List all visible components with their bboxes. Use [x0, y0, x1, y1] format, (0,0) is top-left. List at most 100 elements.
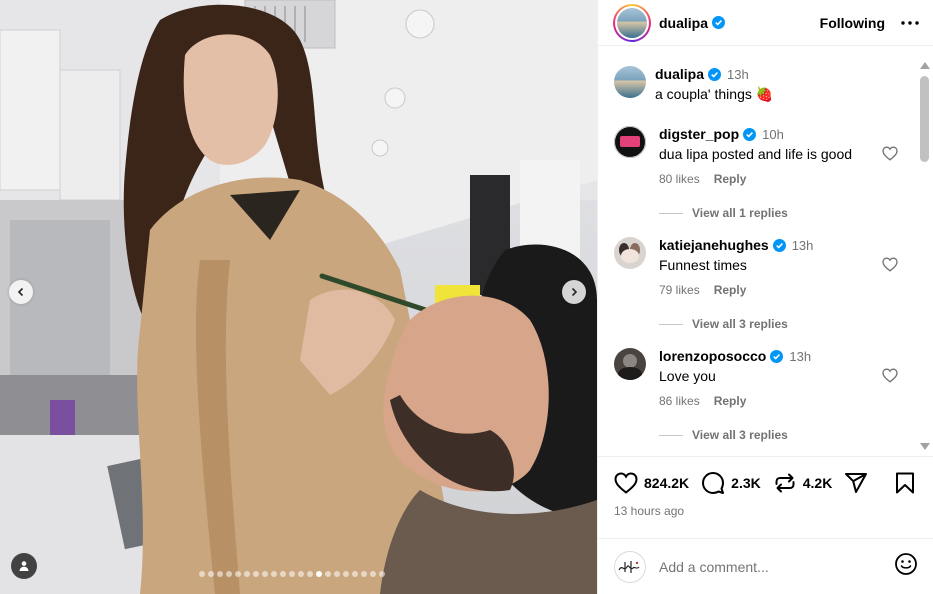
caption-time[interactable]: 13h [727, 66, 749, 83]
story-ring[interactable] [613, 3, 651, 42]
comment-time[interactable]: 10h [762, 126, 784, 143]
save-button[interactable] [895, 472, 915, 499]
comment-time[interactable]: 13h [789, 348, 811, 365]
caption-username[interactable]: dualipa [655, 66, 704, 83]
verified-badge-icon [708, 68, 722, 81]
heart-icon[interactable] [882, 146, 898, 161]
comment-username[interactable]: lorenzoposocco [659, 348, 766, 365]
carousel-dot[interactable] [325, 571, 331, 577]
heart-icon [614, 472, 638, 494]
like-count[interactable]: 824.2K [644, 475, 689, 491]
heart-icon[interactable] [882, 257, 898, 272]
comment-likes[interactable]: 79 likes [659, 283, 700, 297]
calligraphy-logo-icon [618, 560, 640, 573]
post-timestamp[interactable]: 13 hours ago [614, 504, 684, 518]
more-horizontal-icon [901, 20, 919, 25]
comment-button[interactable]: 2.3K [701, 471, 761, 495]
view-replies-button[interactable]: View all 3 replies [659, 317, 788, 331]
photo-scene [0, 0, 597, 594]
scrollbar-thumb[interactable] [920, 76, 929, 162]
current-user-avatar [614, 550, 646, 583]
comment-composer [598, 538, 933, 594]
comment-likes[interactable]: 86 likes [659, 394, 700, 408]
comment-time[interactable]: 13h [792, 237, 814, 254]
tagged-users-button[interactable] [11, 553, 37, 579]
verified-badge-icon [770, 350, 784, 363]
carousel-dot[interactable] [199, 571, 205, 577]
more-options-button[interactable] [901, 20, 919, 25]
carousel-dot[interactable] [316, 571, 322, 577]
comment-input[interactable] [659, 558, 894, 575]
emoji-smiley-icon [895, 553, 917, 575]
carousel-dot[interactable] [370, 571, 376, 577]
following-button[interactable]: Following [820, 15, 885, 31]
view-replies-label[interactable]: View all 1 replies [692, 206, 788, 220]
carousel-dot[interactable] [217, 571, 223, 577]
share-button[interactable] [844, 471, 868, 495]
carousel-dot[interactable] [244, 571, 250, 577]
caption-text: a coupla' things 🍓 [655, 86, 774, 102]
carousel-dot[interactable] [298, 571, 304, 577]
carousel-dot[interactable] [271, 571, 277, 577]
reply-button[interactable]: Reply [714, 394, 747, 408]
scroll-up-arrow-icon[interactable] [920, 62, 930, 69]
carousel-dot[interactable] [253, 571, 259, 577]
carousel-dot[interactable] [361, 571, 367, 577]
comment-text: Funnest times [659, 257, 747, 273]
carousel-dots [199, 571, 385, 577]
post-photo [0, 0, 597, 594]
carousel-dot[interactable] [226, 571, 232, 577]
avatar [617, 7, 647, 38]
repost-button[interactable]: 4.2K [773, 471, 833, 495]
comments-list[interactable]: dualipa 13h a coupla' things 🍓 digster_p… [598, 54, 918, 449]
like-button[interactable]: 824.2K [614, 472, 689, 494]
carousel-dot[interactable] [307, 571, 313, 577]
comments-scrollbar[interactable] [918, 58, 932, 452]
avatar[interactable] [614, 126, 646, 158]
post-caption: dualipa 13h a coupla' things 🍓 [614, 66, 773, 103]
view-replies-label[interactable]: View all 3 replies [692, 428, 788, 442]
carousel-dot[interactable] [235, 571, 241, 577]
carousel-dot[interactable] [343, 571, 349, 577]
avatar[interactable] [614, 237, 646, 269]
carousel-next-button[interactable] [562, 280, 586, 304]
avatar[interactable] [614, 348, 646, 380]
comment-text: Love you [659, 368, 716, 384]
repost-icon [775, 473, 795, 493]
author-username[interactable]: dualipa [659, 15, 708, 31]
verified-badge-icon [712, 16, 726, 29]
user-tag-icon [19, 561, 29, 571]
carousel-dot[interactable] [379, 571, 385, 577]
view-replies-button[interactable]: View all 1 replies [659, 206, 788, 220]
view-replies-label[interactable]: View all 3 replies [692, 317, 788, 331]
bookmark-icon [896, 472, 914, 494]
send-icon [845, 473, 868, 493]
chevron-left-icon [17, 287, 24, 297]
chevron-right-icon [571, 287, 578, 297]
carousel-dot[interactable] [352, 571, 358, 577]
verified-badge-icon [772, 239, 786, 252]
scroll-down-arrow-icon[interactable] [920, 443, 930, 450]
reply-button[interactable]: Reply [714, 172, 747, 186]
carousel-dot[interactable] [208, 571, 214, 577]
carousel-dot[interactable] [262, 571, 268, 577]
repost-count[interactable]: 4.2K [803, 475, 833, 491]
comment-username[interactable]: digster_pop [659, 126, 739, 143]
post-header: dualipa Following [598, 0, 933, 46]
emoji-button[interactable] [894, 552, 918, 581]
comment-text: dua lipa posted and life is good [659, 146, 853, 162]
reply-button[interactable]: Reply [714, 283, 747, 297]
post-sidebar: dualipa Following dualipa 13h a coupla' … [597, 0, 933, 594]
comment-count[interactable]: 2.3K [731, 475, 761, 491]
carousel-dot[interactable] [334, 571, 340, 577]
heart-icon[interactable] [882, 368, 898, 383]
carousel-dot[interactable] [280, 571, 286, 577]
comment-bubble-icon [702, 472, 725, 494]
verified-badge-icon [743, 128, 757, 141]
carousel-dot[interactable] [289, 571, 295, 577]
comment-username[interactable]: katiejanehughes [659, 237, 769, 254]
view-replies-button[interactable]: View all 3 replies [659, 428, 788, 442]
carousel-prev-button[interactable] [9, 280, 33, 304]
comment-likes[interactable]: 80 likes [659, 172, 700, 186]
avatar[interactable] [614, 66, 646, 98]
